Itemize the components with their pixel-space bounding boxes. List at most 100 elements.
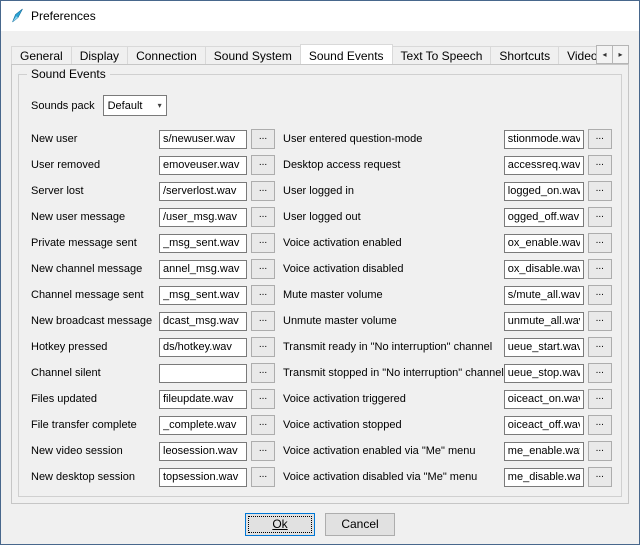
sound-event-label: New video session: [31, 445, 159, 457]
browse-button[interactable]: ...: [251, 181, 275, 201]
sound-file-input[interactable]: [159, 156, 247, 175]
tab-sound-system[interactable]: Sound System: [205, 46, 301, 64]
sounds-pack-row: Sounds pack Default ▾: [31, 95, 611, 116]
sound-event-row: Voice activation triggered...: [283, 386, 612, 412]
sound-event-label: New desktop session: [31, 471, 159, 483]
title-bar: Preferences: [1, 1, 639, 31]
sound-event-row: New user message...: [31, 204, 275, 230]
sound-file-input[interactable]: [504, 390, 584, 409]
sound-file-input[interactable]: [504, 286, 584, 305]
sound-file-input[interactable]: [159, 182, 247, 201]
tab-display[interactable]: Display: [71, 46, 128, 64]
sound-file-input[interactable]: [504, 416, 584, 435]
tab-scroll-left-icon[interactable]: ◂: [596, 45, 613, 64]
sound-event-label: New broadcast message: [31, 315, 159, 327]
sound-file-input[interactable]: [159, 364, 247, 383]
cancel-button[interactable]: Cancel: [325, 513, 395, 536]
sound-event-row: Desktop access request...: [283, 152, 612, 178]
sound-file-input[interactable]: [504, 130, 584, 149]
browse-button[interactable]: ...: [588, 311, 612, 331]
browse-button[interactable]: ...: [588, 337, 612, 357]
sound-file-input[interactable]: [504, 312, 584, 331]
browse-button[interactable]: ...: [251, 207, 275, 227]
browse-button[interactable]: ...: [588, 233, 612, 253]
browse-button[interactable]: ...: [588, 285, 612, 305]
preferences-dialog: Preferences GeneralDisplayConnectionSoun…: [0, 0, 640, 545]
sound-event-row: Files updated...: [31, 386, 275, 412]
browse-button[interactable]: ...: [588, 415, 612, 435]
app-icon: [9, 8, 25, 24]
browse-button[interactable]: ...: [251, 389, 275, 409]
sound-file-input[interactable]: [159, 442, 247, 461]
sound-file-input[interactable]: [159, 286, 247, 305]
sounds-pack-dropdown[interactable]: Default ▾: [103, 95, 167, 116]
browse-button[interactable]: ...: [588, 207, 612, 227]
browse-button[interactable]: ...: [588, 389, 612, 409]
sound-event-label: User logged out: [283, 211, 504, 223]
sound-event-row: Channel silent...: [31, 360, 275, 386]
sound-file-input[interactable]: [504, 234, 584, 253]
tab-shortcuts[interactable]: Shortcuts: [490, 46, 559, 64]
sounds-pack-value: Default: [108, 100, 143, 112]
browse-button[interactable]: ...: [251, 285, 275, 305]
browse-button[interactable]: ...: [588, 467, 612, 487]
browse-button[interactable]: ...: [251, 363, 275, 383]
sound-file-input[interactable]: [159, 468, 247, 487]
sound-event-label: Hotkey pressed: [31, 341, 159, 353]
sound-event-label: Voice activation disabled via "Me" menu: [283, 471, 504, 483]
browse-button[interactable]: ...: [588, 155, 612, 175]
sound-file-input[interactable]: [504, 442, 584, 461]
sound-event-row: User logged out...: [283, 204, 612, 230]
browse-button[interactable]: ...: [251, 337, 275, 357]
tab-page-sound-events: Sound Events Sounds pack Default ▾ New u…: [11, 64, 629, 504]
sound-file-input[interactable]: [504, 260, 584, 279]
sound-event-row: Voice activation disabled...: [283, 256, 612, 282]
tab-text-to-speech[interactable]: Text To Speech: [392, 46, 492, 64]
sound-file-input[interactable]: [504, 208, 584, 227]
sound-file-input[interactable]: [159, 338, 247, 357]
browse-button[interactable]: ...: [588, 129, 612, 149]
sound-file-input[interactable]: [159, 312, 247, 331]
browse-button[interactable]: ...: [251, 441, 275, 461]
sound-file-input[interactable]: [504, 338, 584, 357]
browse-button[interactable]: ...: [251, 129, 275, 149]
sound-event-label: User entered question-mode: [283, 133, 504, 145]
sound-event-label: New user message: [31, 211, 159, 223]
sound-file-input[interactable]: [504, 364, 584, 383]
tab-connection[interactable]: Connection: [127, 46, 206, 64]
browse-button[interactable]: ...: [588, 259, 612, 279]
sound-file-input[interactable]: [159, 208, 247, 227]
browse-button[interactable]: ...: [251, 415, 275, 435]
sound-event-row: Voice activation enabled via "Me" menu..…: [283, 438, 612, 464]
sound-event-label: User removed: [31, 159, 159, 171]
sound-event-row: New desktop session...: [31, 464, 275, 490]
tab-sound-events[interactable]: Sound Events: [300, 44, 393, 64]
sound-event-row: New video session...: [31, 438, 275, 464]
sound-event-row: Mute master volume...: [283, 282, 612, 308]
sound-event-row: File transfer complete...: [31, 412, 275, 438]
sound-file-input[interactable]: [159, 234, 247, 253]
sound-file-input[interactable]: [504, 156, 584, 175]
browse-button[interactable]: ...: [251, 467, 275, 487]
browse-button[interactable]: ...: [251, 259, 275, 279]
sound-file-input[interactable]: [159, 416, 247, 435]
tab-scroll-right-icon[interactable]: ▸: [612, 45, 629, 64]
browse-button[interactable]: ...: [251, 233, 275, 253]
sound-event-row: User logged in...: [283, 178, 612, 204]
sound-event-row: Voice activation enabled...: [283, 230, 612, 256]
browse-button[interactable]: ...: [588, 181, 612, 201]
sound-event-label: User logged in: [283, 185, 504, 197]
ok-button[interactable]: Ok: [245, 513, 315, 536]
sound-file-input[interactable]: [159, 260, 247, 279]
sound-file-input[interactable]: [159, 130, 247, 149]
browse-button[interactable]: ...: [588, 363, 612, 383]
browse-button[interactable]: ...: [251, 311, 275, 331]
sound-event-label: Voice activation enabled via "Me" menu: [283, 445, 504, 457]
tab-general[interactable]: General: [11, 46, 72, 64]
sound-file-input[interactable]: [159, 390, 247, 409]
sound-event-row: User entered question-mode...: [283, 126, 612, 152]
sound-file-input[interactable]: [504, 468, 584, 487]
sound-file-input[interactable]: [504, 182, 584, 201]
browse-button[interactable]: ...: [588, 441, 612, 461]
browse-button[interactable]: ...: [251, 155, 275, 175]
